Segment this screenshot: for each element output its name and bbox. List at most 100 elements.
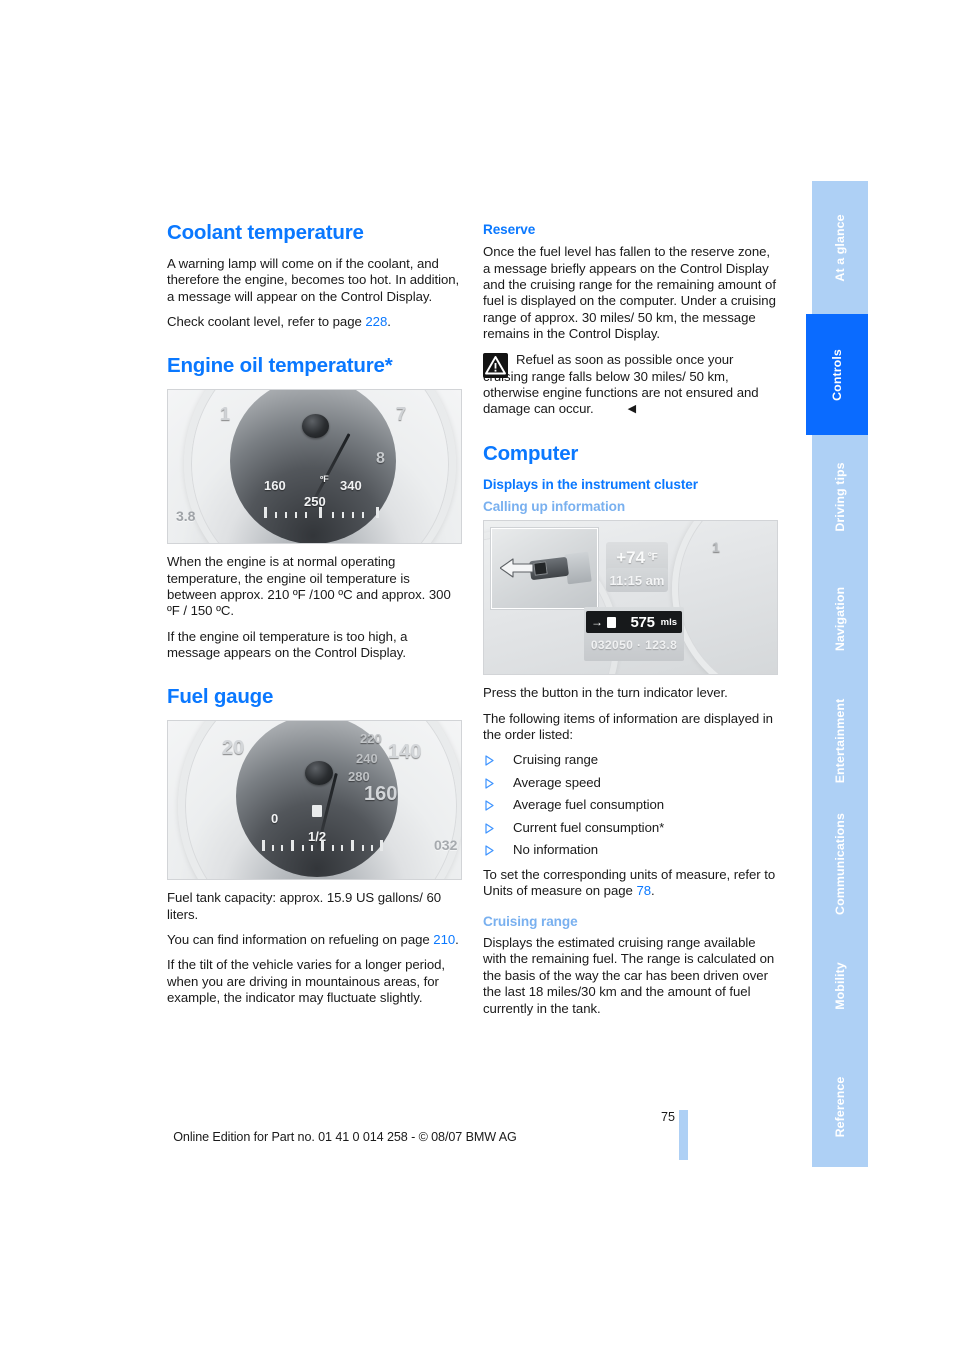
information-items-list: Cruising range Average speed Average fue… bbox=[483, 752, 778, 858]
calling-up-paragraph-1: Press the button in the turn indicator l… bbox=[483, 685, 728, 701]
speed-label-280: 280 bbox=[348, 769, 370, 785]
oil-temp-unit-label: ºF bbox=[320, 474, 329, 485]
list-item-label: No information bbox=[513, 841, 599, 857]
tab-label: Entertainment bbox=[832, 698, 847, 784]
list-item-label: Average speed bbox=[513, 774, 601, 790]
tab-reference[interactable]: Reference bbox=[812, 1046, 868, 1167]
page-number: 75 bbox=[660, 1110, 675, 1124]
coolant-paragraph-2-period: . bbox=[387, 313, 391, 329]
list-item-label: Cruising range bbox=[513, 752, 599, 768]
fuel-paragraph-3: If the tilt of the vehicle varies for a … bbox=[167, 957, 446, 1006]
right-column: Reserve Once the fuel level has fallen t… bbox=[483, 222, 778, 1026]
units-of-measure-period: . bbox=[651, 883, 655, 899]
range-arrow-icon: → bbox=[591, 615, 603, 630]
turn-indicator-lever-inset bbox=[491, 528, 598, 610]
calling-up-paragraph-2: The following items of information are d… bbox=[483, 710, 773, 743]
list-item-label: Average fuel consumption bbox=[513, 797, 665, 813]
units-of-measure-text: To set the corresponding units of measur… bbox=[483, 867, 776, 899]
page-reference-228[interactable]: 228 bbox=[365, 314, 387, 329]
oil-temp-340: 340 bbox=[340, 478, 362, 494]
speed-label-160: 160 bbox=[364, 783, 398, 806]
tach-label-1: 1 bbox=[712, 539, 720, 556]
engine-oil-paragraph-2: If the engine oil temperature is too hig… bbox=[167, 628, 408, 660]
oil-temp-250: 250 bbox=[304, 494, 326, 510]
trip-value-3-8: 3.8 bbox=[176, 508, 196, 525]
tab-label: Communications bbox=[832, 813, 847, 915]
tab-driving-tips[interactable]: Driving tips bbox=[812, 435, 868, 558]
displays-in-instrument-cluster-heading: Displays in the instrument cluster bbox=[483, 476, 698, 492]
engine-oil-temperature-heading: Engine oil temperature* bbox=[167, 354, 393, 378]
cruising-range-value: 575 bbox=[630, 613, 655, 631]
page-reference-78[interactable]: 78 bbox=[636, 883, 651, 898]
tab-label: At a glance bbox=[832, 213, 847, 282]
lever-button bbox=[533, 561, 548, 577]
rpm-label-1: 1 bbox=[220, 404, 231, 425]
engine-oil-paragraph-1: When the engine is at normal operating t… bbox=[167, 554, 451, 619]
outside-temperature-unit: ºF bbox=[648, 552, 658, 564]
speed-label-140: 140 bbox=[388, 741, 422, 764]
warning-note-text: Refuel as soon as possible once your cru… bbox=[483, 352, 778, 417]
tab-label: Reference bbox=[832, 1076, 847, 1137]
calling-up-information-heading: Calling up information bbox=[483, 499, 626, 515]
clock-display: 11:15 am bbox=[606, 568, 668, 593]
coolant-paragraph-1: A warning lamp will come on if the coola… bbox=[167, 255, 460, 304]
speed-label-220: 220 bbox=[360, 731, 382, 747]
footer-accent-bar bbox=[679, 1110, 688, 1160]
tab-at-a-glance[interactable]: At a glance bbox=[812, 181, 868, 314]
tab-label: Controls bbox=[829, 348, 844, 401]
tab-label: Mobility bbox=[832, 961, 847, 1010]
fuel-gauge-heading: Fuel gauge bbox=[167, 685, 274, 709]
oil-temp-160: 160 bbox=[264, 478, 286, 494]
odometer-display: 032050 · 123.8 bbox=[590, 638, 678, 653]
note-end-marker: ◀ bbox=[627, 403, 637, 416]
computer-heading: Computer bbox=[483, 441, 579, 465]
manual-page: Coolant temperature A warning lamp will … bbox=[0, 0, 954, 1350]
fuel-gauge-figure: 20 220 140 240 280 160 0 1/2 032 bbox=[167, 720, 462, 881]
speed-label-20: 20 bbox=[222, 737, 245, 760]
coolant-paragraph-2: Check coolant level, refer to page 228. bbox=[167, 314, 462, 330]
callout-arrow-icon bbox=[499, 557, 534, 584]
list-item-label: Current fuel consumption* bbox=[513, 819, 665, 835]
section-tabs: At a glance Controls Driving tips Naviga… bbox=[806, 181, 868, 1167]
fuel-paragraph-2-text: You can find information on refueling on… bbox=[167, 931, 434, 947]
rpm-label-7: 7 bbox=[396, 404, 407, 425]
warning-note: Refuel as soon as possible once your cru… bbox=[483, 352, 778, 417]
odometer-partial: 032 bbox=[434, 837, 458, 854]
triangle-bullet-icon bbox=[485, 754, 494, 766]
triangle-bullet-icon bbox=[485, 844, 494, 856]
fuel-label-0: 0 bbox=[271, 811, 279, 827]
cruising-range-display: → 575 mls bbox=[586, 611, 682, 634]
triangle-bullet-icon bbox=[485, 799, 494, 811]
tab-label: Driving tips bbox=[832, 461, 847, 532]
engine-oil-gauge-figure: 1 7 8 160 340 250 ºF 3.8 BMW bbox=[167, 389, 462, 545]
reserve-heading: Reserve bbox=[483, 222, 536, 237]
reserve-paragraph-1: Once the fuel level has fallen to the re… bbox=[483, 244, 776, 342]
left-column: Coolant temperature A warning lamp will … bbox=[167, 221, 462, 1015]
page-reference-210[interactable]: 210 bbox=[433, 932, 455, 947]
tab-mobility[interactable]: Mobility bbox=[812, 925, 868, 1046]
fuel-paragraph-2: You can find information on refueling on… bbox=[167, 932, 462, 948]
oil-temp-tick-scale bbox=[264, 507, 380, 519]
instrument-cluster-figure: 1 +74 ºF 11:15 am → 575 mls 032050 · 123… bbox=[483, 520, 778, 676]
triangle-bullet-icon bbox=[485, 822, 494, 834]
tab-controls[interactable]: Controls bbox=[806, 314, 868, 435]
cruising-range-paragraph-1: Displays the estimated cruising range av… bbox=[483, 935, 775, 1016]
triangle-bullet-icon bbox=[485, 777, 494, 789]
fuel-pump-icon bbox=[312, 805, 322, 818]
cruising-range-heading: Cruising range bbox=[483, 913, 578, 929]
coolant-temperature-heading: Coolant temperature bbox=[167, 221, 364, 244]
cruising-range-unit: mls bbox=[660, 616, 677, 628]
warning-triangle-icon bbox=[483, 353, 508, 379]
outside-temperature-value: +74 bbox=[616, 547, 646, 567]
coolant-paragraph-2-text: Check coolant level, refer to page bbox=[167, 313, 366, 329]
fuel-paragraph-1: Fuel tank capacity: approx. 15.9 US gall… bbox=[167, 890, 442, 922]
list-item: Current fuel consumption* bbox=[483, 820, 778, 836]
list-item: Cruising range bbox=[483, 752, 778, 768]
tab-communications[interactable]: Communications bbox=[812, 803, 868, 925]
tab-entertainment[interactable]: Entertainment bbox=[812, 679, 868, 803]
list-item: No information bbox=[483, 842, 778, 858]
list-item: Average speed bbox=[483, 775, 778, 791]
list-item: Average fuel consumption bbox=[483, 797, 778, 813]
tab-navigation[interactable]: Navigation bbox=[812, 558, 868, 679]
tab-label: Navigation bbox=[832, 586, 847, 651]
